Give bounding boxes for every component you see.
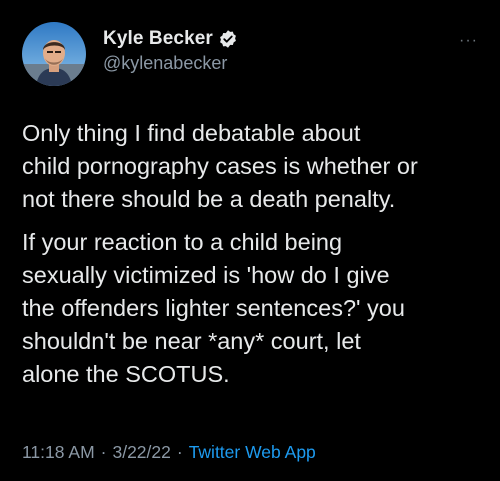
tweet-text: Only thing I find debatable about child … [22, 117, 492, 401]
meta-separator-2: · [176, 442, 183, 462]
verified-badge-icon [218, 29, 238, 49]
author-display-name[interactable]: Kyle Becker [103, 28, 213, 50]
tweet-meta: 11:18 AM · 3/22/22 · Twitter Web App [22, 442, 316, 463]
author-handle[interactable]: @kylenabecker [103, 53, 238, 74]
tweet-header: Kyle Becker @kylenabecker [22, 22, 238, 86]
tweet-date[interactable]: 3/22/22 [112, 442, 170, 463]
avatar-image [22, 22, 86, 86]
tweet-paragraph-1: Only thing I find debatable about child … [22, 120, 418, 212]
tweet-source-link[interactable]: Twitter Web App [189, 442, 316, 463]
meta-separator: · [100, 442, 107, 462]
tweet-card: Kyle Becker @kylenabecker ··· Only thing… [0, 0, 500, 481]
tweet-paragraph-2: If your reaction to a child being sexual… [22, 229, 405, 387]
avatar[interactable] [22, 22, 86, 86]
author-names: Kyle Becker @kylenabecker [103, 28, 238, 74]
more-dots-icon[interactable]: ··· [459, 33, 478, 49]
tweet-time[interactable]: 11:18 AM [22, 442, 95, 463]
name-row: Kyle Becker [103, 28, 238, 50]
